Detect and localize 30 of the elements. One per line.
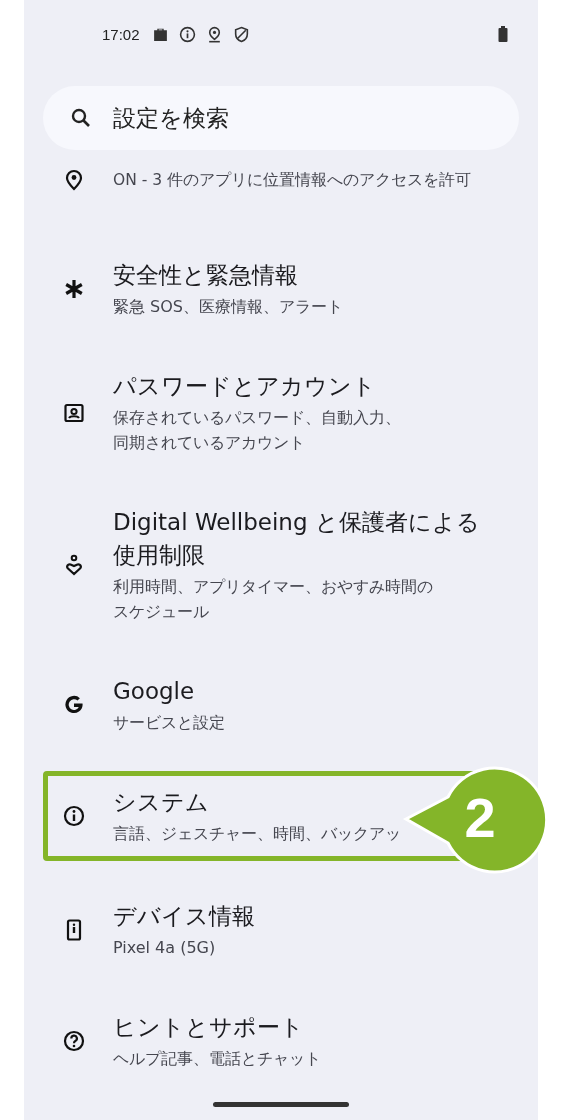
item-subtitle: 言語、ジェスチャー、時間、バックアッ <box>113 823 401 845</box>
item-title: Digital Wellbeing と保護者による使用制限 <box>113 508 481 570</box>
settings-item[interactable]: ON - 3 件のアプリに位置情報へのアクセスを許可 <box>43 160 528 200</box>
battery-icon <box>498 26 508 42</box>
item-title: Google <box>113 677 196 706</box>
item-subtitle: 保存されているパスワード、自動入力、同期されているアカウント <box>113 407 402 454</box>
shield-icon <box>232 25 250 43</box>
settings-item[interactable]: Google サービスと設定 <box>43 660 500 750</box>
status-time: 17:02 <box>102 25 140 43</box>
item-subtitle: 利用時間、アプリタイマー、おやすみ時間のスケジュール <box>113 576 434 623</box>
item-title: ヒントとサポート <box>113 1013 305 1042</box>
item-subtitle: 緊急 SOS、医療情報、アラート <box>113 296 343 318</box>
item-title: デバイス情報 <box>113 902 255 931</box>
settings-item[interactable]: デバイス情報 Pixel 4a (5G) <box>43 885 500 975</box>
item-subtitle: Pixel 4a (5G) <box>113 937 217 959</box>
item-title: システム <box>113 788 210 817</box>
info-icon <box>62 804 86 828</box>
search-bar[interactable]: 設定を検索 <box>43 86 519 150</box>
settings-item[interactable]: 安全性と緊急情報 緊急 SOS、医療情報、アラート <box>43 244 500 334</box>
info-icon <box>178 25 196 43</box>
item-subtitle: サービスと設定 <box>113 712 225 734</box>
settings-item[interactable]: パスワードとアカウント 保存されているパスワード、自動入力、同期されているアカウント <box>43 355 500 470</box>
item-subtitle: ヘルプ記事、電話とチャット <box>113 1048 321 1070</box>
settings-item[interactable]: ヒントとサポート ヘルプ記事、電話とチャット <box>43 996 500 1086</box>
item-title: パスワードとアカウント <box>113 372 377 401</box>
help-icon <box>62 1029 86 1053</box>
settings-item[interactable]: Digital Wellbeing と保護者による使用制限 利用時間、アプリタイマー、おやすみ時間のスケジュール <box>43 491 500 639</box>
search-field[interactable]: 設定を検索 <box>111 104 415 132</box>
item-title: 安全性と緊急情報 <box>113 261 299 290</box>
item-subtitle: ON - 3 件のアプリに位置情報へのアクセスを許可 <box>113 169 472 191</box>
